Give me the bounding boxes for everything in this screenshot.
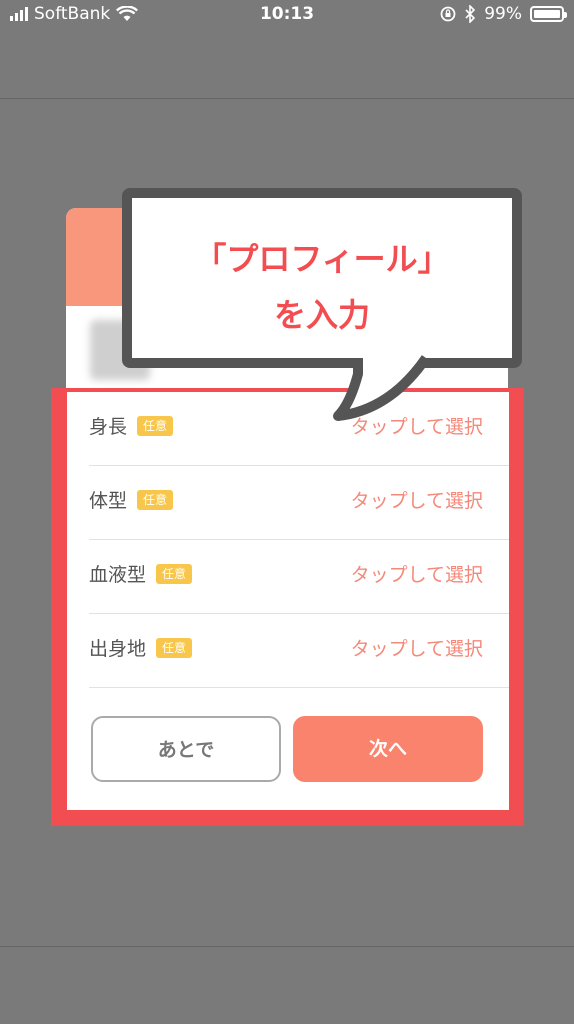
optional-badge: 任意 <box>156 637 193 658</box>
orientation-lock-icon <box>440 6 456 22</box>
row-blood-type[interactable]: 血液型 任意 タップして選択 <box>89 540 509 614</box>
status-right: 99% <box>440 4 567 24</box>
hometown-select[interactable]: タップして選択 <box>351 614 483 684</box>
row-label-height: 身長 任意 <box>89 392 174 462</box>
row-label-body-type: 体型 任意 <box>89 466 174 536</box>
profile-form: 身長 任意 タップして選択 体型 任意 タップして選択 血液型 任意 タップして選択 … <box>67 392 509 810</box>
row-label-blood-type: 血液型 任意 <box>89 540 193 610</box>
nav-divider <box>0 98 574 99</box>
body-type-select[interactable]: タップして選択 <box>351 466 483 536</box>
later-button[interactable]: あとで <box>91 716 281 782</box>
optional-badge: 任意 <box>137 415 174 436</box>
optional-badge: 任意 <box>156 563 193 584</box>
status-bar: SoftBank 10:13 99% <box>0 0 574 32</box>
hometown-label: 出身地 <box>89 638 147 660</box>
battery-percent: 99% <box>484 4 522 24</box>
callout-bubble: 「プロフィール」 を入力 <box>122 188 522 368</box>
blood-type-label: 血液型 <box>89 564 147 586</box>
battery-icon <box>530 6 567 22</box>
battery-fill <box>534 10 560 18</box>
callout-line-2: を入力 <box>273 296 370 334</box>
callout-tail <box>333 352 431 421</box>
callout-line-1: 「プロフィール」 <box>194 240 450 278</box>
next-button[interactable]: 次へ <box>293 716 483 782</box>
row-body-type[interactable]: 体型 任意 タップして選択 <box>89 466 509 540</box>
tab-divider <box>0 946 574 947</box>
height-label: 身長 <box>89 416 128 438</box>
optional-badge: 任意 <box>137 489 174 510</box>
bluetooth-icon <box>465 5 476 23</box>
body-type-label: 体型 <box>89 490 128 512</box>
blood-type-select[interactable]: タップして選択 <box>351 540 483 610</box>
row-hometown[interactable]: 出身地 任意 タップして選択 <box>89 614 509 688</box>
row-label-hometown: 出身地 任意 <box>89 614 193 684</box>
